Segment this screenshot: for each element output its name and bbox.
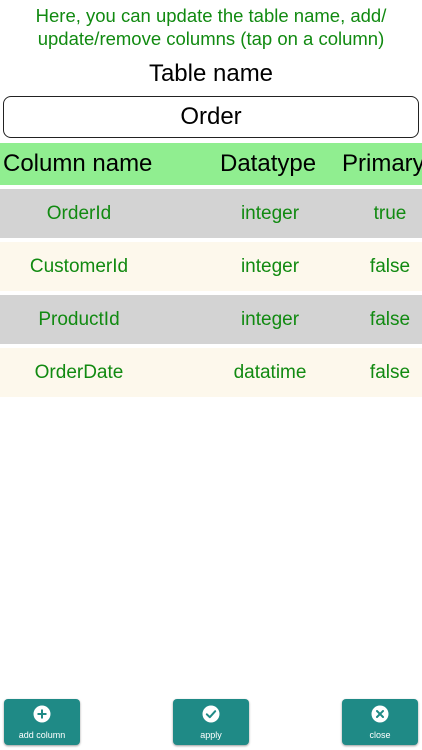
column-name-cell: CustomerId [29,256,129,277]
column-primary-cell: true [373,203,407,224]
header-primary: Primary [342,150,422,177]
column-row[interactable]: ProductId integer false [0,295,422,344]
column-datatype-cell: integer [240,309,300,330]
apply-button[interactable]: apply [173,699,249,745]
columns-list: OrderId integer true CustomerId integer … [0,189,422,401]
header-column-name: Column name [3,150,153,177]
column-primary-cell: false [369,362,411,383]
x-circle-icon [371,705,389,723]
column-name-cell: OrderDate [34,362,124,383]
column-row[interactable]: CustomerId integer false [0,242,422,291]
close-button[interactable]: close [342,699,418,745]
column-primary-cell: false [369,309,411,330]
columns-header-row: Column name Datatype Primary [0,143,422,185]
column-datatype-cell: integer [240,203,300,224]
add-column-label: add column [18,730,66,740]
check-circle-icon [202,705,220,723]
header-datatype: Datatype [220,150,317,177]
table-name-label: Table name [148,60,274,87]
table-name-input[interactable] [3,96,419,138]
plus-circle-icon [33,705,51,723]
column-row[interactable]: OrderDate datatime false [0,348,422,397]
column-datatype-cell: datatime [233,362,307,383]
add-column-button[interactable]: add column [4,699,80,745]
instructions-line-2: update/remove columns (tap on a column) [37,28,385,49]
column-row[interactable]: OrderId integer true [0,189,422,238]
instructions-text: Here, you can update the table name, add… [0,4,422,50]
column-name-cell: ProductId [38,309,120,330]
column-datatype-cell: integer [240,256,300,277]
apply-label: apply [200,730,222,740]
instructions-line-1: Here, you can update the table name, add… [35,5,387,26]
column-name-cell: OrderId [46,203,112,224]
close-label: close [369,730,391,740]
column-primary-cell: false [369,256,411,277]
